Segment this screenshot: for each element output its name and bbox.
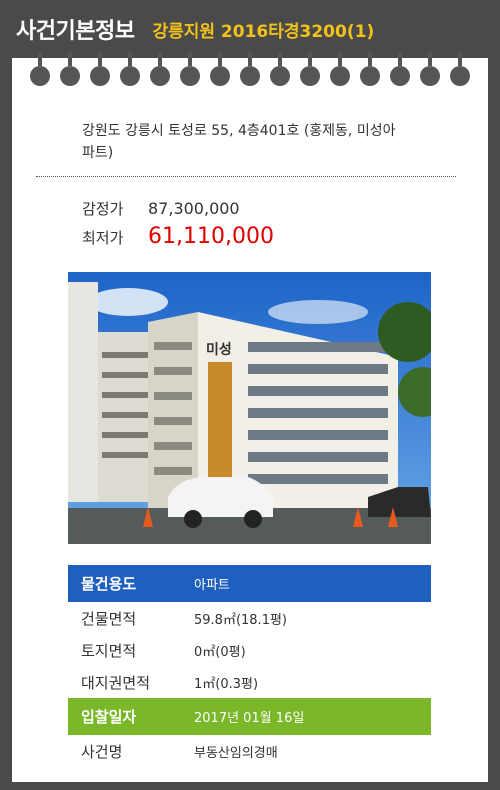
property-address: 강원도 강릉시 토성로 55, 4층401호 (홍제동, 미성아파트) bbox=[82, 123, 396, 161]
binder-hole bbox=[60, 52, 80, 86]
binder-hole bbox=[240, 52, 260, 86]
detail-label: 사건명 bbox=[81, 742, 123, 761]
detail-label: 입찰일자 bbox=[81, 708, 137, 726]
page-header: 사건기본정보 강릉지원 2016타경3200(1) bbox=[0, 0, 500, 58]
minimum-price-row: 최저가 61,110,000 bbox=[82, 224, 274, 249]
detail-value: 0㎡(0평) bbox=[194, 644, 246, 660]
detail-label: 건물면적 bbox=[81, 609, 137, 628]
divider bbox=[36, 176, 456, 177]
property-photo[interactable]: 미성 bbox=[68, 272, 431, 544]
case-number: 강릉지원 2016타경3200(1) bbox=[152, 21, 375, 42]
detail-row-usage: 물건용도 아파트 bbox=[68, 565, 431, 602]
appraisal-price-row: 감정가 87,300,000 bbox=[82, 198, 240, 219]
detail-row-land-area: 토지면적 0㎡(0평) bbox=[68, 634, 431, 666]
case-details-table: 물건용도 아파트 건물면적 59.8㎡(18.1평) 토지면적 0㎡(0평) 대… bbox=[68, 565, 431, 767]
binder-hole bbox=[120, 52, 140, 86]
detail-row-bid-date: 입찰일자 2017년 01월 16일 bbox=[68, 698, 431, 735]
minimum-label: 최저가 bbox=[82, 229, 124, 247]
detail-value: 부동산임의경매 bbox=[194, 745, 278, 761]
binder-hole bbox=[330, 52, 350, 86]
binder-holes bbox=[30, 52, 470, 88]
appraisal-value: 87,300,000 bbox=[148, 199, 240, 218]
detail-row-land-right-area: 대지권면적 1㎡(0.3평) bbox=[68, 666, 431, 698]
detail-label: 대지권면적 bbox=[81, 673, 151, 692]
detail-value: 아파트 bbox=[194, 578, 230, 593]
detail-value: 59.8㎡(18.1평) bbox=[194, 612, 287, 628]
binder-hole bbox=[450, 52, 470, 86]
binder-hole bbox=[300, 52, 320, 86]
binder-hole bbox=[420, 52, 440, 86]
detail-value: 1㎡(0.3평) bbox=[194, 676, 259, 692]
binder-hole bbox=[30, 52, 50, 86]
building-photo: 미성 bbox=[68, 272, 431, 544]
detail-row-building-area: 건물면적 59.8㎡(18.1평) bbox=[68, 602, 431, 634]
binder-hole bbox=[360, 52, 380, 86]
binder-hole bbox=[270, 52, 290, 86]
appraisal-label: 감정가 bbox=[82, 200, 124, 218]
detail-label: 물건용도 bbox=[81, 575, 137, 593]
detail-value: 2017년 01월 16일 bbox=[194, 711, 305, 726]
binder-hole bbox=[210, 52, 230, 86]
binder-hole bbox=[150, 52, 170, 86]
binder-hole bbox=[180, 52, 200, 86]
page-title: 사건기본정보 bbox=[16, 19, 135, 44]
detail-row-case-name: 사건명 부동산임의경매 bbox=[68, 735, 431, 767]
case-info-card: 강원도 강릉시 토성로 55, 4층401호 (홍제동, 미성아파트) 감정가 … bbox=[12, 52, 488, 782]
binder-hole bbox=[90, 52, 110, 86]
minimum-value: 61,110,000 bbox=[148, 224, 274, 249]
detail-label: 토지면적 bbox=[81, 641, 137, 660]
building-sign: 미성 bbox=[206, 342, 232, 358]
binder-hole bbox=[390, 52, 410, 86]
